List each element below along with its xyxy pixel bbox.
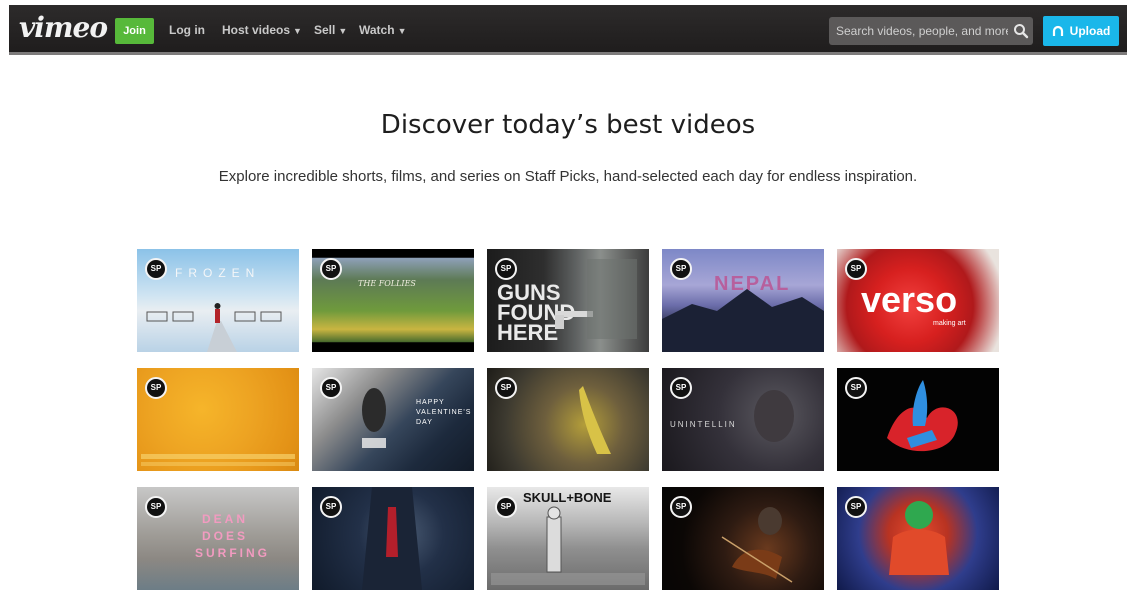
creature-artwork	[579, 386, 611, 454]
video-tile[interactable]: SP GUNS FOUND HERE	[487, 249, 649, 352]
gun-artwork	[555, 259, 637, 339]
staff-pick-badge: SP	[845, 258, 867, 280]
watch-label: Watch	[359, 23, 395, 37]
violinist-artwork	[721, 507, 793, 583]
page-title: Discover today’s best videos	[380, 110, 756, 140]
staff-pick-badge: SP	[320, 258, 342, 280]
video-title: THE FOLLIES	[358, 279, 416, 288]
login-link[interactable]: Log in	[169, 23, 205, 37]
video-tile[interactable]: SP NEPAL	[662, 249, 824, 352]
video-tile[interactable]: SP	[837, 487, 999, 590]
staff-picks-grid: SP FROZEN SP THE FOLLIES SP GUNS FOUND H…	[137, 249, 999, 590]
chevron-down-icon: ▼	[397, 26, 407, 36]
laurels-artwork	[141, 454, 295, 466]
video-tile[interactable]: SP SKULL+BONE	[487, 487, 649, 590]
upload-button[interactable]: Upload	[1043, 16, 1119, 46]
video-tagline: making art	[933, 320, 966, 327]
watch-menu[interactable]: Watch ▼	[359, 23, 406, 38]
search-input[interactable]	[836, 17, 1008, 45]
suit-artwork	[362, 487, 422, 590]
vimeo-logo[interactable]: vimeo	[19, 13, 108, 43]
page: vimeo Join Log in Host videos ▼ Sell ▼ Wat…	[0, 0, 1127, 590]
host-videos-label: Host videos	[222, 23, 291, 37]
sell-menu[interactable]: Sell ▼	[314, 23, 347, 38]
video-tile[interactable]: SP UNINTELLIN	[662, 368, 824, 471]
figure-artwork	[362, 388, 386, 448]
road-artwork	[146, 303, 282, 352]
top-nav: vimeo Join Log in Host videos ▼ Sell ▼ Wat…	[9, 5, 1127, 55]
face-artwork	[754, 390, 794, 442]
upload-icon	[1052, 25, 1063, 36]
video-tile[interactable]: SP	[837, 368, 999, 471]
video-tile[interactable]: SP	[312, 487, 474, 590]
skeleton-artwork	[491, 506, 645, 585]
video-tile[interactable]: SP HAPPY VALENTINE'S DAY	[312, 368, 474, 471]
search-icon[interactable]	[1013, 23, 1029, 39]
video-title: verso	[861, 279, 958, 320]
chevron-down-icon: ▼	[338, 26, 348, 36]
flower-artwork	[887, 380, 958, 452]
chevron-down-icon: ▼	[293, 26, 302, 36]
sell-label: Sell	[314, 23, 336, 37]
masked-figure-artwork	[889, 501, 949, 575]
video-tile[interactable]: SP FROZEN	[137, 249, 299, 352]
video-tile[interactable]: SP	[137, 368, 299, 471]
video-tile[interactable]: SP verso making art	[837, 249, 999, 352]
video-tile[interactable]: SP THE FOLLIES	[312, 249, 474, 352]
video-tile[interactable]: SP	[662, 487, 824, 590]
host-videos-menu[interactable]: Host videos ▼	[222, 23, 302, 38]
search-box	[829, 17, 1033, 45]
video-tile[interactable]: SP DEAN DOES SURFING	[137, 487, 299, 590]
page-subtitle: Explore incredible shorts, films, and se…	[218, 168, 918, 185]
login-label: Log in	[169, 23, 205, 37]
video-title: DEAN DOES SURFING	[195, 512, 270, 560]
video-tile[interactable]: SP	[487, 368, 649, 471]
upload-label: Upload	[1069, 24, 1111, 38]
staff-pick-badge: SP	[145, 496, 167, 518]
join-button[interactable]: Join	[115, 18, 154, 44]
mountain-artwork	[662, 289, 824, 352]
